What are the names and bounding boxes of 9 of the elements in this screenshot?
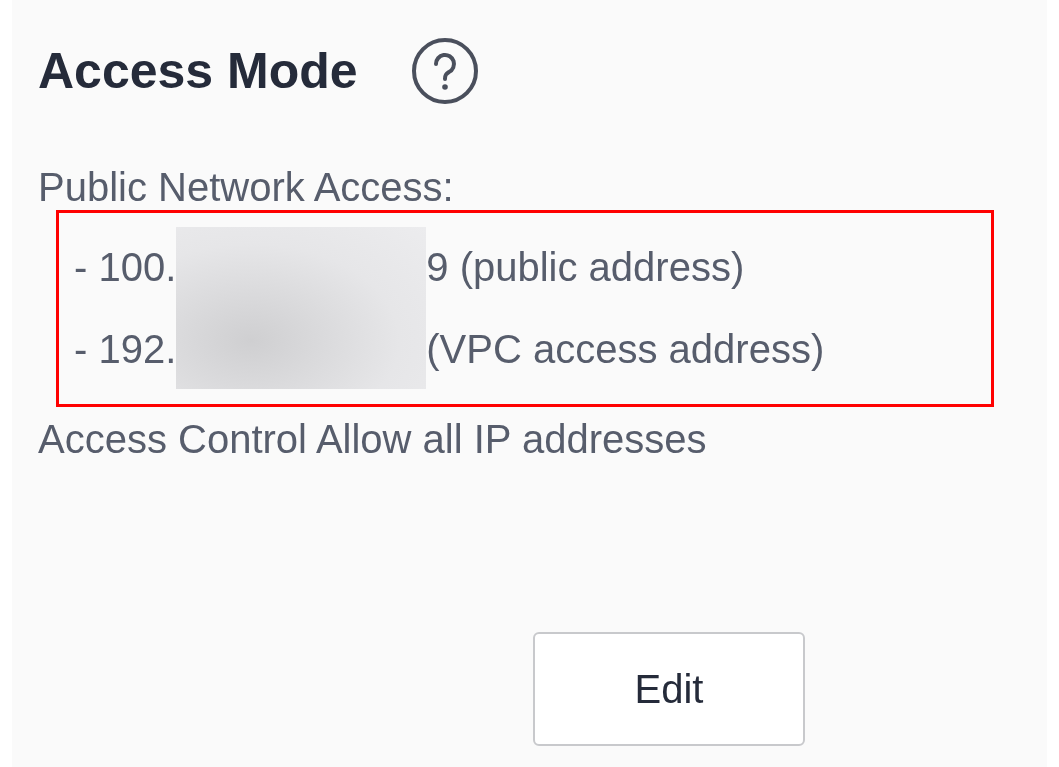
address-text: - 192.: [74, 327, 177, 372]
access-control-text: Access Control Allow all IP addresses: [38, 417, 708, 462]
section-title: Access Mode: [38, 42, 358, 100]
edit-button[interactable]: Edit: [533, 632, 805, 746]
address-text: (VPC access address): [426, 327, 825, 372]
address-text: 9 (public address): [426, 245, 746, 290]
help-icon[interactable]: [409, 36, 480, 106]
field-label: Public Network Access:: [38, 164, 455, 210]
address-text: - 100.: [74, 245, 177, 290]
